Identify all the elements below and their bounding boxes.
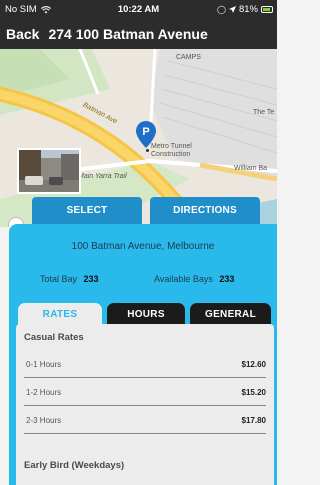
- map-label-poi: Metro Tunnel Construction: [151, 143, 192, 158]
- location-arrow-icon: [228, 6, 236, 13]
- rate-row: 0-1 Hours $12.60: [24, 352, 266, 378]
- alarm-icon: ◯: [217, 5, 226, 14]
- status-bar: No SIM 10:22 AM ◯ 81%: [0, 0, 277, 18]
- rate-duration: 2-3 Hours: [26, 416, 62, 425]
- available-bays: Available Bays 233: [154, 274, 234, 284]
- casual-rates-title: Casual Rates: [24, 332, 84, 343]
- available-bays-value: 233: [219, 274, 235, 284]
- rates-panel: Casual Rates 0-1 Hours $12.60 1-2 Hours …: [16, 324, 274, 485]
- rate-duration: 1-2 Hours: [26, 388, 62, 397]
- rate-row: 1-2 Hours $15.20: [24, 380, 266, 406]
- total-bay-value: 233: [83, 274, 99, 284]
- map-label-the-te: The Te: [253, 109, 275, 116]
- available-bays-label: Available Bays: [154, 274, 213, 284]
- rate-row: 2-3 Hours $17.80: [24, 408, 266, 434]
- battery-percent: 81%: [238, 4, 258, 15]
- select-button[interactable]: SELECT: [32, 197, 142, 224]
- parking-pin-icon[interactable]: P: [136, 121, 156, 149]
- tab-general[interactable]: GENERAL: [190, 303, 271, 325]
- svg-text:P: P: [142, 126, 149, 138]
- early-bird-title: Early Bird (Weekdays): [24, 460, 125, 471]
- battery-icon: [261, 6, 273, 13]
- page-title: 274 100 Batman Avenue: [48, 26, 208, 42]
- directions-button[interactable]: DIRECTIONS: [150, 197, 260, 224]
- map-label-william: William Ba: [234, 165, 268, 172]
- carpark-address: 100 Batman Avenue, Melbourne: [71, 241, 215, 252]
- total-bay-label: Total Bay: [40, 274, 78, 284]
- total-bay: Total Bay 233: [40, 274, 99, 284]
- poi-dot: [146, 149, 149, 152]
- carpark-info-card: 100 Batman Avenue, Melbourne Total Bay 2…: [9, 224, 277, 485]
- rate-price: $12.60: [241, 360, 266, 369]
- map-label-trail: Main Yarra Trail: [78, 173, 127, 180]
- rate-price: $17.80: [241, 416, 266, 425]
- rate-duration: 0-1 Hours: [26, 360, 62, 369]
- rate-price: $15.20: [241, 388, 266, 397]
- map-label-camps: CAMPS: [176, 54, 201, 61]
- tab-hours[interactable]: HOURS: [107, 303, 185, 325]
- status-right: ◯ 81%: [217, 4, 273, 15]
- title-bar: Back 274 100 Batman Avenue: [0, 19, 277, 49]
- back-button[interactable]: Back: [0, 26, 39, 42]
- street-photo-image: [19, 150, 79, 192]
- top-bar: No SIM 10:22 AM ◯ 81% Back 274 100 Batma…: [0, 0, 277, 49]
- street-view-photo[interactable]: [17, 148, 81, 194]
- tab-rates[interactable]: RATES: [18, 303, 102, 325]
